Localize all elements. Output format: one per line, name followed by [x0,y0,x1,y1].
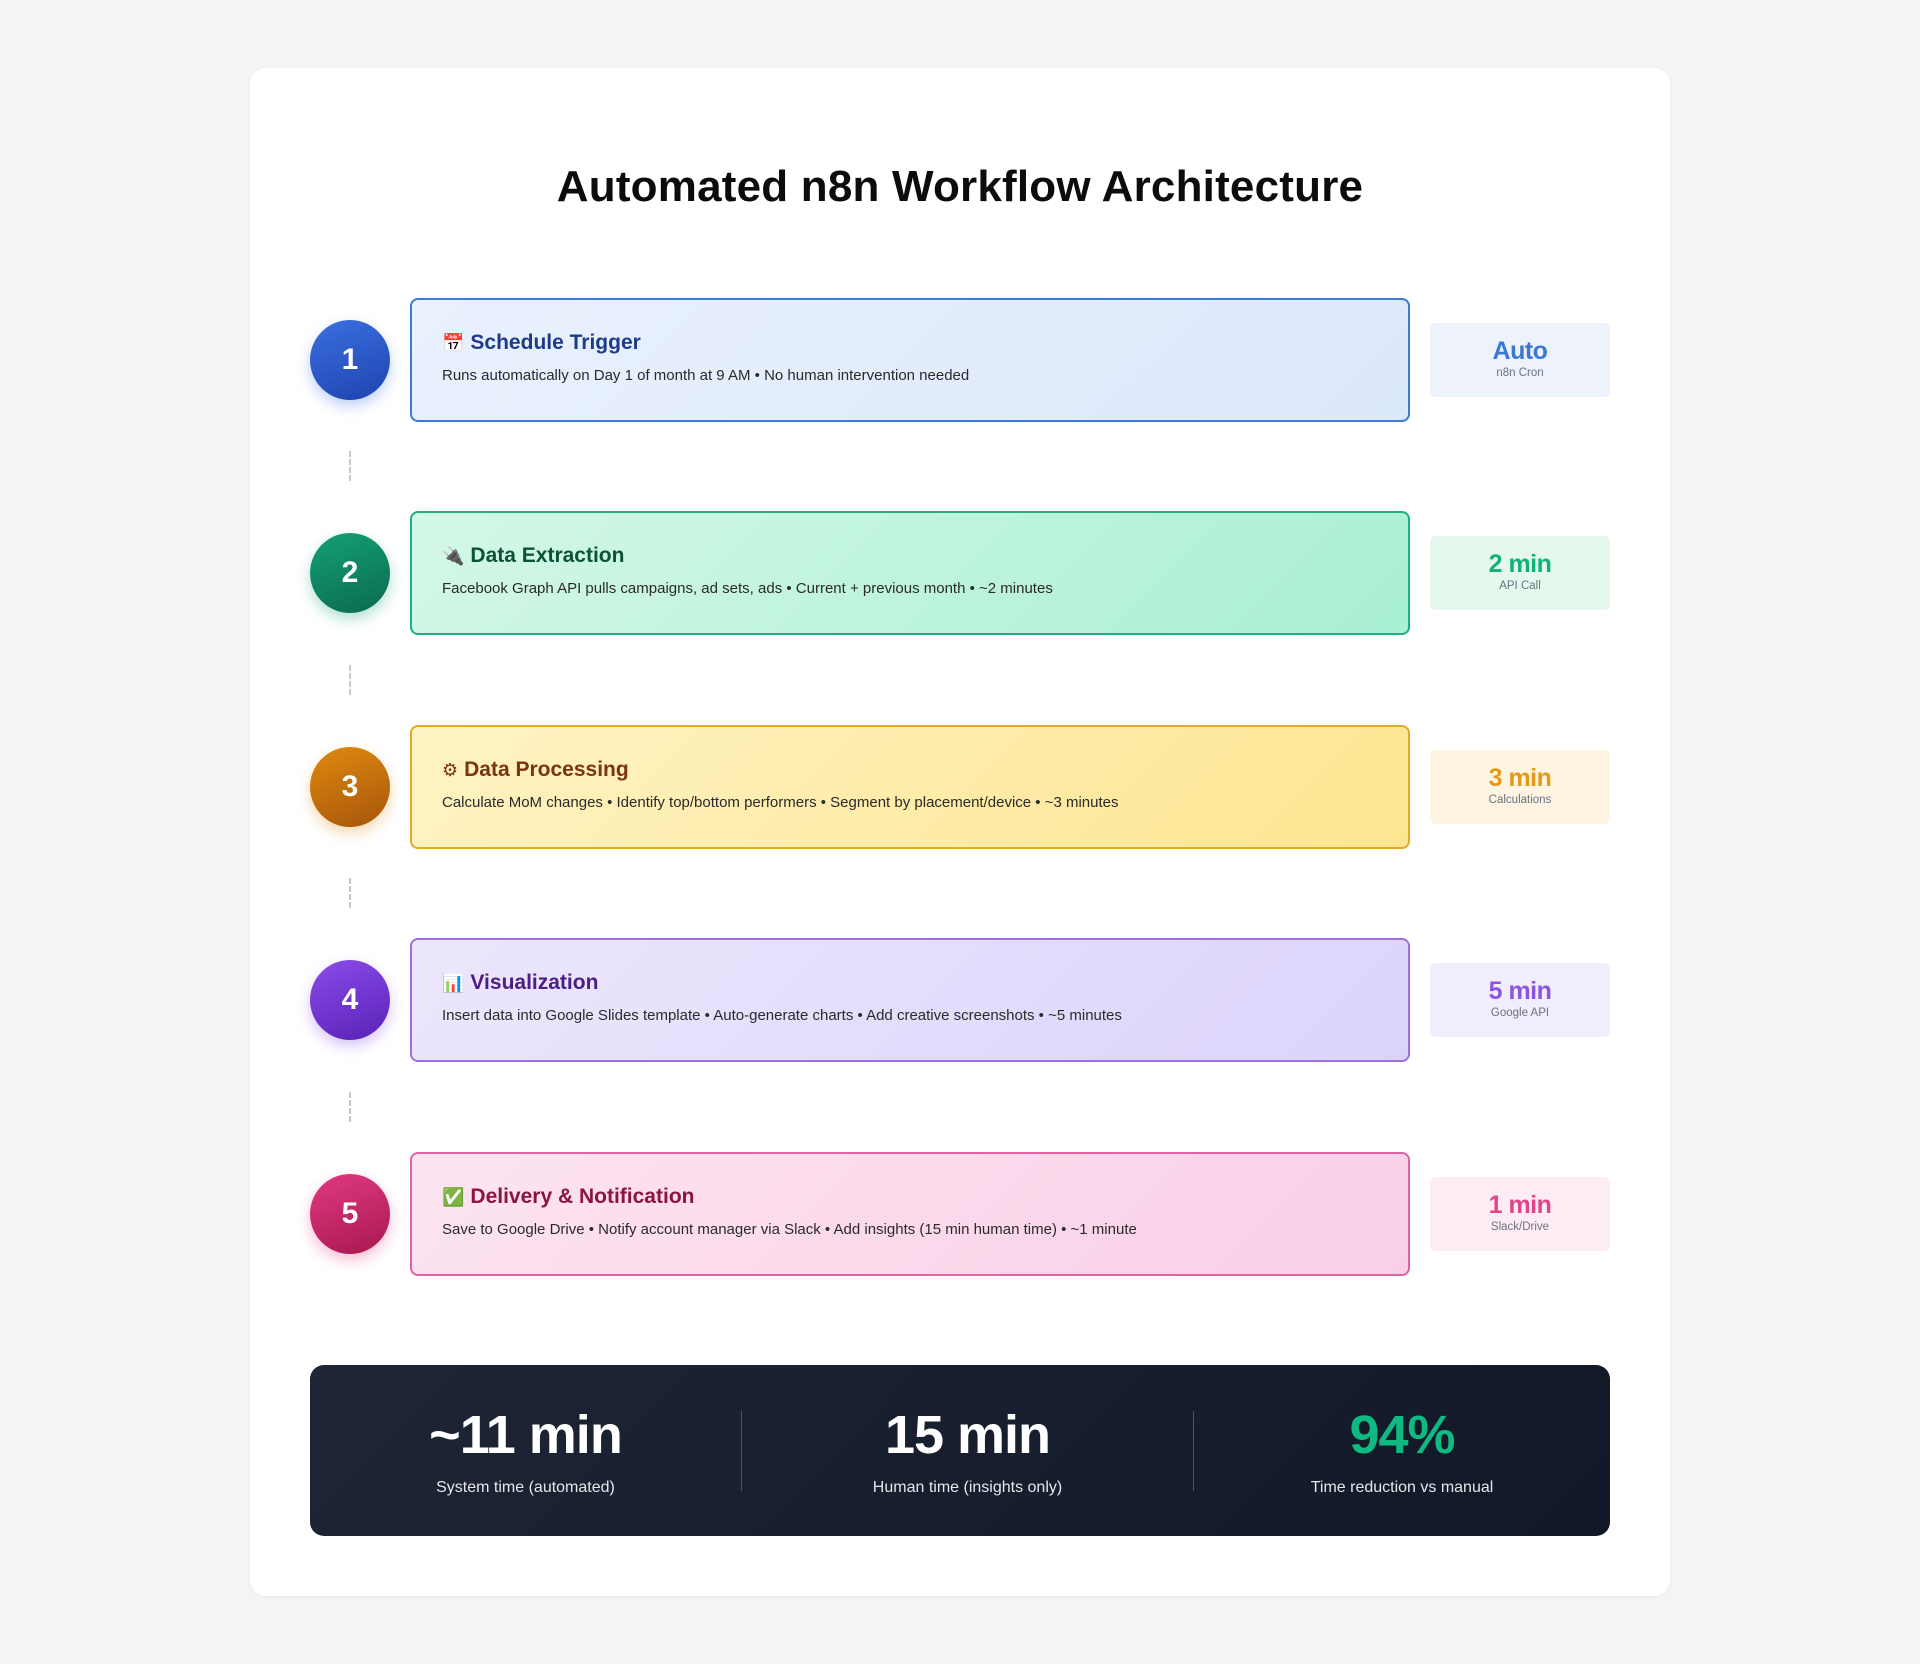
reduction-value: 94% [1349,1404,1455,1465]
step-box: 🔌 Data Extraction Facebook Graph API pul… [410,511,1410,635]
step-description: Calculate MoM changes • Identify top/bot… [442,794,1119,811]
step-metric: 3 min Calculations [1430,750,1610,824]
metric-value: 5 min [1488,977,1552,1005]
human-time-value: 15 min [884,1404,1051,1465]
metric-value: Auto [1492,337,1548,365]
step-title-text: Visualization [470,971,599,994]
calendar-icon: 📅 [442,333,465,353]
step-description: Insert data into Google Slides template … [442,1007,1122,1024]
metric-label: Slack/Drive [1490,1221,1550,1233]
metric-value: 1 min [1488,1191,1552,1219]
plug-icon: 🔌 [442,546,465,566]
step-number-badge: 3 [310,747,390,827]
metric-label: Calculations [1488,794,1552,806]
metric-value: 2 min [1488,550,1552,578]
step-title: ⚙ Data Processing [442,757,1378,783]
metric-label: n8n Cron [1496,367,1544,379]
reduction-stat: 94% Time reduction vs manual [1194,1365,1610,1536]
system-time-stat: ~11 min System time (automated) [310,1365,741,1536]
metric-label: API Call [1499,580,1541,592]
step-description: Facebook Graph API pulls campaigns, ad s… [442,580,1053,597]
step-metric: 5 min Google API [1430,963,1610,1037]
step-box: 📊 Visualization Insert data into Google … [410,938,1410,1062]
step-3: 3 ⚙ Data Processing Calculate MoM change… [310,725,1610,849]
chart-icon: 📊 [442,973,465,993]
gear-icon: ⚙ [442,760,459,780]
step-number-badge: 4 [310,960,390,1040]
step-title-text: Data Processing [464,758,629,781]
reduction-label: Time reduction vs manual [1310,1478,1494,1496]
summary-panel: ~11 min System time (automated) 15 min H… [310,1365,1610,1536]
system-time-value: ~11 min [429,1404,623,1465]
step-box: ⚙ Data Processing Calculate MoM changes … [410,725,1410,849]
step-title-text: Data Extraction [470,544,625,567]
step-box: ✅ Delivery & Notification Save to Google… [410,1152,1410,1276]
workflow-card: Automated n8n Workflow Architecture 1 📅 … [250,68,1670,1596]
human-time-stat: 15 min Human time (insights only) [742,1365,1193,1536]
system-time-label: System time (automated) [436,1478,615,1496]
step-title: 📊 Visualization [442,970,1378,996]
step-metric: 2 min API Call [1430,536,1610,610]
step-number-badge: 2 [310,533,390,613]
step-description: Runs automatically on Day 1 of month at … [442,367,970,384]
step-number-badge: 1 [310,320,390,400]
step-title-text: Delivery & Notification [470,1185,695,1208]
step-title: 📅 Schedule Trigger [442,330,1378,356]
step-4: 4 📊 Visualization Insert data into Googl… [310,938,1610,1062]
step-5: 5 ✅ Delivery & Notification Save to Goog… [310,1152,1610,1276]
step-metric: 1 min Slack/Drive [1430,1177,1610,1251]
check-icon: ✅ [442,1187,465,1207]
human-time-label: Human time (insights only) [872,1478,1063,1496]
step-connector [349,1092,351,1122]
step-description: Save to Google Drive • Notify account ma… [442,1221,1137,1238]
step-metric: Auto n8n Cron [1430,323,1610,397]
metric-label: Google API [1490,1007,1550,1019]
step-box: 📅 Schedule Trigger Runs automatically on… [410,298,1410,422]
metric-value: 3 min [1488,764,1552,792]
step-connector [349,665,351,695]
step-number-badge: 5 [310,1174,390,1254]
step-2: 2 🔌 Data Extraction Facebook Graph API p… [310,511,1610,635]
step-1: 1 📅 Schedule Trigger Runs automatically … [310,298,1610,422]
step-title-text: Schedule Trigger [470,331,641,354]
step-title: ✅ Delivery & Notification [442,1184,1378,1210]
step-connector [349,451,351,481]
step-connector [349,878,351,908]
step-title: 🔌 Data Extraction [442,543,1378,569]
page-title: Automated n8n Workflow Architecture [556,162,1364,211]
